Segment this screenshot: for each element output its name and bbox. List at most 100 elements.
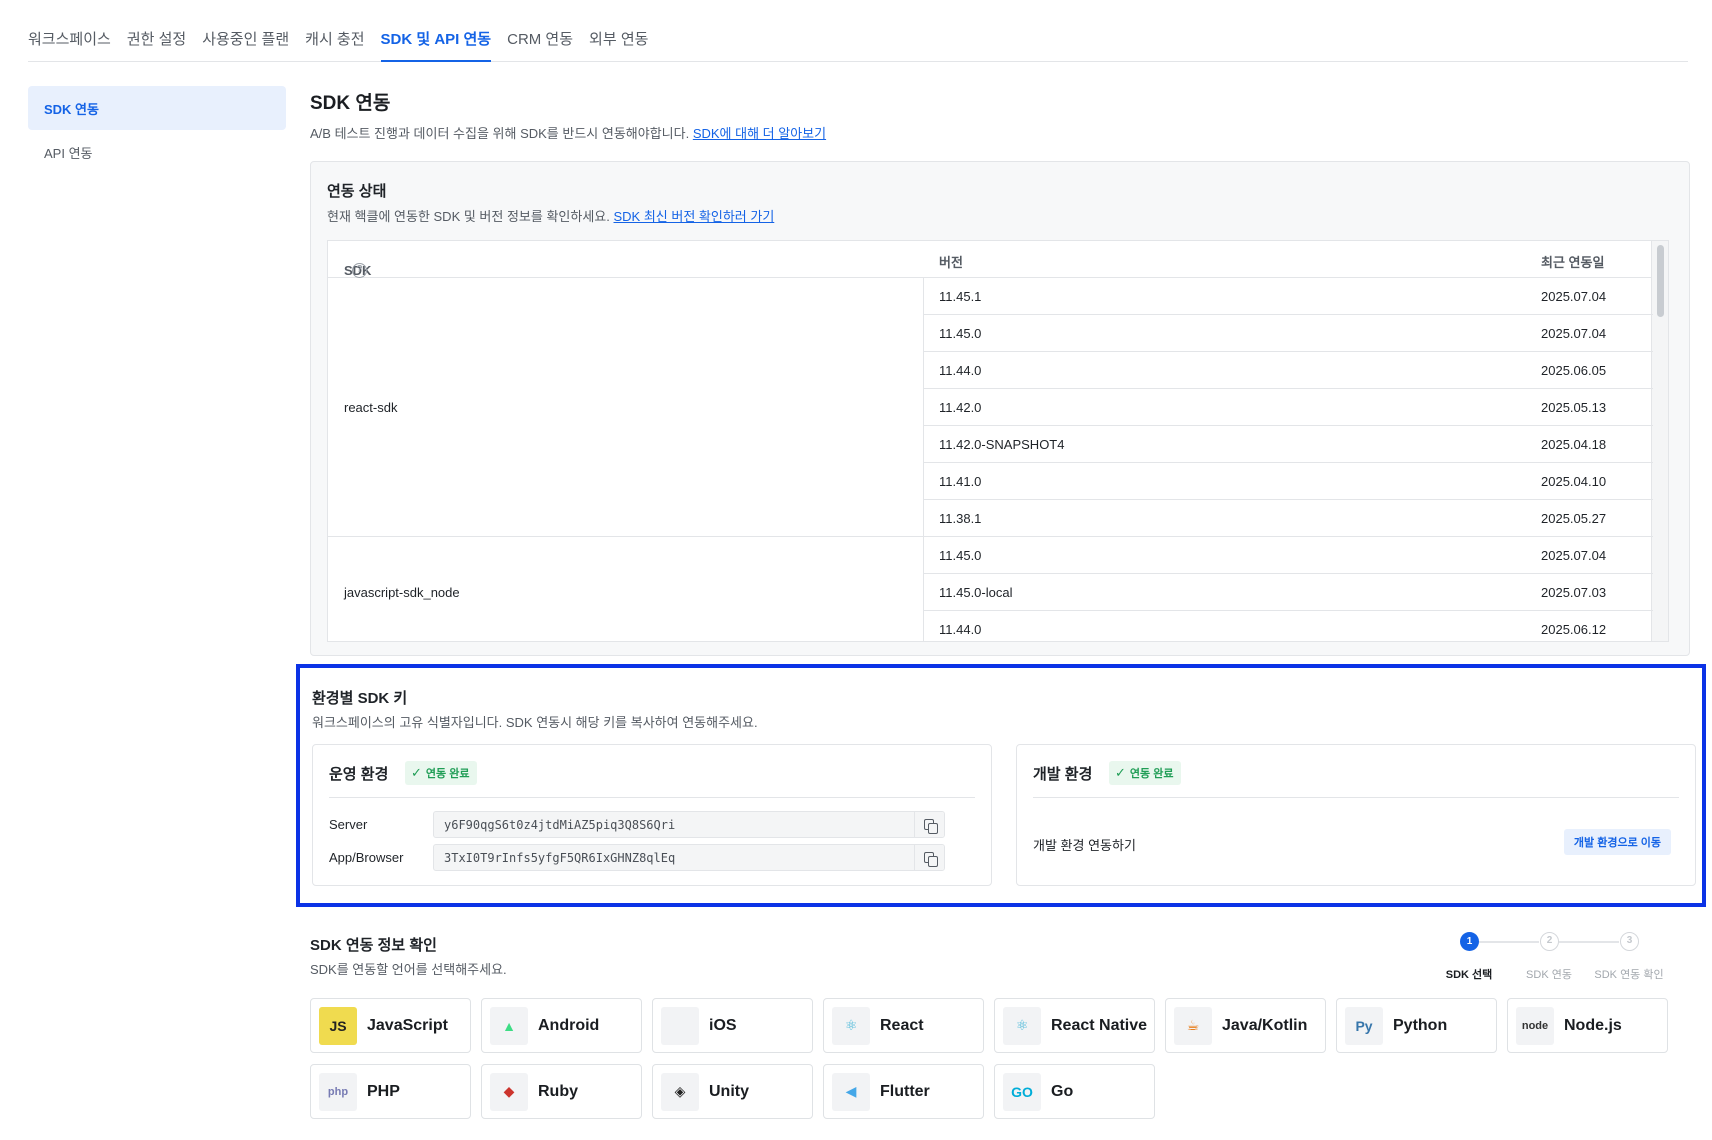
table-row: 11.45.0 2025.07.04: [924, 315, 1653, 352]
language-name: JavaScript: [367, 1016, 448, 1034]
language-button-python[interactable]: Py Python: [1336, 998, 1497, 1053]
sdk-key-section: 환경별 SDK 키 워크스페이스의 고유 식별자입니다. SDK 연동시 해당 …: [296, 664, 1706, 907]
language-name: Flutter: [880, 1082, 930, 1100]
prod-env-card: 운영 환경 ✓ 연동 완료 Server y6F90qgS6t0z4jtdMiA…: [312, 744, 992, 886]
step-connector: [1559, 941, 1619, 943]
copy-icon: [923, 851, 938, 867]
column-version: 버전: [939, 255, 963, 270]
version-cell: 11.44.0: [939, 363, 982, 378]
table-row: 11.41.0 2025.04.10: [924, 463, 1653, 500]
language-button-php[interactable]: php PHP: [310, 1064, 471, 1119]
tab-0[interactable]: 워크스페이스: [28, 24, 111, 62]
android-icon: ▲: [490, 1006, 528, 1045]
nodejs-icon: node: [1516, 1006, 1554, 1045]
date-cell: 2025.07.04: [1541, 289, 1607, 304]
sidebar-item-0[interactable]: SDK 연동: [28, 86, 286, 130]
version-cell: 11.45.0: [939, 326, 982, 341]
sdk-key-description: 워크스페이스의 고유 식별자입니다. SDK 연동시 해당 키를 복사하여 연동…: [312, 715, 758, 730]
version-cell: 11.45.0: [939, 548, 982, 563]
language-button-apple[interactable]: iOS: [652, 998, 813, 1053]
dev-env-card: 개발 환경 ✓ 연동 완료 개발 환경 연동하기 개발 환경으로 이동: [1016, 744, 1696, 886]
step-1-label: SDK 선택: [1445, 969, 1493, 981]
language-button-flutter[interactable]: ◀ Flutter: [823, 1064, 984, 1119]
language-button-nodejs[interactable]: node Node.js: [1507, 998, 1668, 1053]
date-cell: 2025.07.04: [1541, 326, 1607, 341]
language-button-ruby[interactable]: ◆ Ruby: [481, 1064, 642, 1119]
step-1-dot: 1: [1460, 932, 1479, 951]
language-button-unity[interactable]: ◈ Unity: [652, 1064, 813, 1119]
sidebar-item-1[interactable]: API 연동: [28, 130, 286, 174]
tab-3[interactable]: 캐시 충전: [305, 24, 364, 62]
tab-5[interactable]: CRM 연동: [507, 24, 573, 62]
prod-env-title: 운영 환경: [329, 766, 389, 783]
language-name: Node.js: [1564, 1016, 1622, 1034]
sdk-name-cell: react-sdk: [328, 278, 924, 537]
check-icon: ✓: [411, 765, 422, 780]
dev-env-text: 개발 환경 연동하기: [1033, 838, 1136, 853]
step-3-dot: 3: [1620, 932, 1639, 951]
flutter-icon: ◀: [832, 1072, 870, 1111]
sdk-info-title: SDK 연동 정보 확인: [310, 937, 437, 954]
language-button-java[interactable]: ☕ Java/Kotlin: [1165, 998, 1326, 1053]
language-button-react-native[interactable]: ⚛ React Native: [994, 998, 1155, 1053]
language-button-react[interactable]: ⚛ React: [823, 998, 984, 1053]
integration-status-panel: 연동 상태 현재 핵클에 연동한 SDK 및 버전 정보를 확인하세요. SDK…: [310, 161, 1690, 656]
date-cell: 2025.05.27: [1541, 511, 1607, 526]
tab-4[interactable]: SDK 및 API 연동: [380, 24, 492, 62]
help-icon[interactable]: ?: [352, 263, 367, 278]
table-row: 11.44.0 2025.06.12: [924, 611, 1653, 641]
tab-6[interactable]: 외부 연동: [589, 24, 648, 62]
react-icon: ⚛: [832, 1006, 870, 1045]
copy-browser-key-button[interactable]: [914, 845, 944, 870]
browser-key-field[interactable]: 3TxI0T9rInfs5yfgF5QR6IxGHNZ8qlEq: [433, 844, 945, 871]
table-row: 11.42.0 2025.05.13: [924, 389, 1653, 426]
date-cell: 2025.05.13: [1541, 400, 1607, 415]
dev-env-title: 개발 환경: [1033, 766, 1093, 783]
language-button-go[interactable]: GO Go: [994, 1064, 1155, 1119]
table-scrollbar[interactable]: [1651, 241, 1668, 641]
latest-version-link[interactable]: SDK 최신 버전 확인하러 가기: [614, 209, 775, 224]
table-row: 11.38.1 2025.05.27: [924, 500, 1653, 537]
version-cell: 11.45.0-local: [939, 585, 1013, 600]
page-title: SDK 연동: [310, 93, 391, 114]
language-name: iOS: [709, 1016, 737, 1034]
tab-1[interactable]: 권한 설정: [127, 24, 186, 62]
copy-server-key-button[interactable]: [914, 812, 944, 837]
php-icon: php: [319, 1072, 357, 1111]
status-description: 현재 핵클에 연동한 SDK 및 버전 정보를 확인하세요. SDK 최신 버전…: [327, 209, 775, 224]
date-cell: 2025.04.10: [1541, 474, 1607, 489]
status-title: 연동 상태: [327, 183, 387, 200]
stepper: 1 SDK 선택 2 SDK 연동 3 SDK 연동 확인: [1446, 932, 1700, 982]
version-cell: 11.41.0: [939, 474, 982, 489]
table-row: 11.44.0 2025.06.05: [924, 352, 1653, 389]
server-key-label: Server: [329, 817, 368, 832]
unity-icon: ◈: [661, 1072, 699, 1111]
version-cell: 11.45.1: [939, 289, 982, 304]
divider: [1033, 797, 1679, 798]
server-key-field[interactable]: y6F90qgS6t0z4jtdMiAZ5piq3Q8S6Qri: [433, 811, 945, 838]
tab-2[interactable]: 사용중인 플랜: [202, 24, 289, 62]
table-row: 11.45.1 2025.07.04: [924, 278, 1653, 315]
date-cell: 2025.06.05: [1541, 363, 1607, 378]
top-tabs: 워크스페이스 권한 설정 사용중인 플랜 캐시 충전 SDK 및 API 연동 CRM 연…: [28, 24, 1688, 62]
sdk-name-cell: javascript-sdk_node: [328, 537, 924, 641]
learn-more-link[interactable]: SDK에 대해 더 알아보기: [693, 126, 826, 141]
prod-status-badge: ✓ 연동 완료: [405, 761, 478, 785]
ruby-icon: ◆: [490, 1072, 528, 1111]
sdk-version-table: SDK? 버전 최근 연동일 react-sdk 11.45.1 2025.07.0…: [327, 240, 1669, 642]
language-button-android[interactable]: ▲ Android: [481, 998, 642, 1053]
version-cell: 11.42.0-SNAPSHOT4: [939, 437, 1065, 452]
sdk-key-title: 환경별 SDK 키: [312, 690, 408, 707]
scroll-thumb[interactable]: [1657, 245, 1664, 317]
table-row: 11.45.0 2025.07.04: [924, 537, 1653, 574]
go-to-dev-env-button[interactable]: 개발 환경으로 이동: [1563, 829, 1671, 855]
sidebar: SDK 연동 API 연동: [28, 86, 286, 174]
react-native-icon: ⚛: [1003, 1006, 1041, 1045]
language-button-javascript[interactable]: JS JavaScript: [310, 998, 471, 1053]
step-3-label: SDK 연동 확인: [1594, 969, 1664, 981]
go-icon: GO: [1003, 1072, 1041, 1111]
apple-icon: [661, 1006, 699, 1045]
sdk-header: SDK 연동 A/B 테스트 진행과 데이터 수집을 위해 SDK를 반드시 연…: [310, 88, 1690, 142]
table-row: 11.42.0-SNAPSHOT4 2025.04.18: [924, 426, 1653, 463]
version-cell: 11.44.0: [939, 622, 982, 637]
